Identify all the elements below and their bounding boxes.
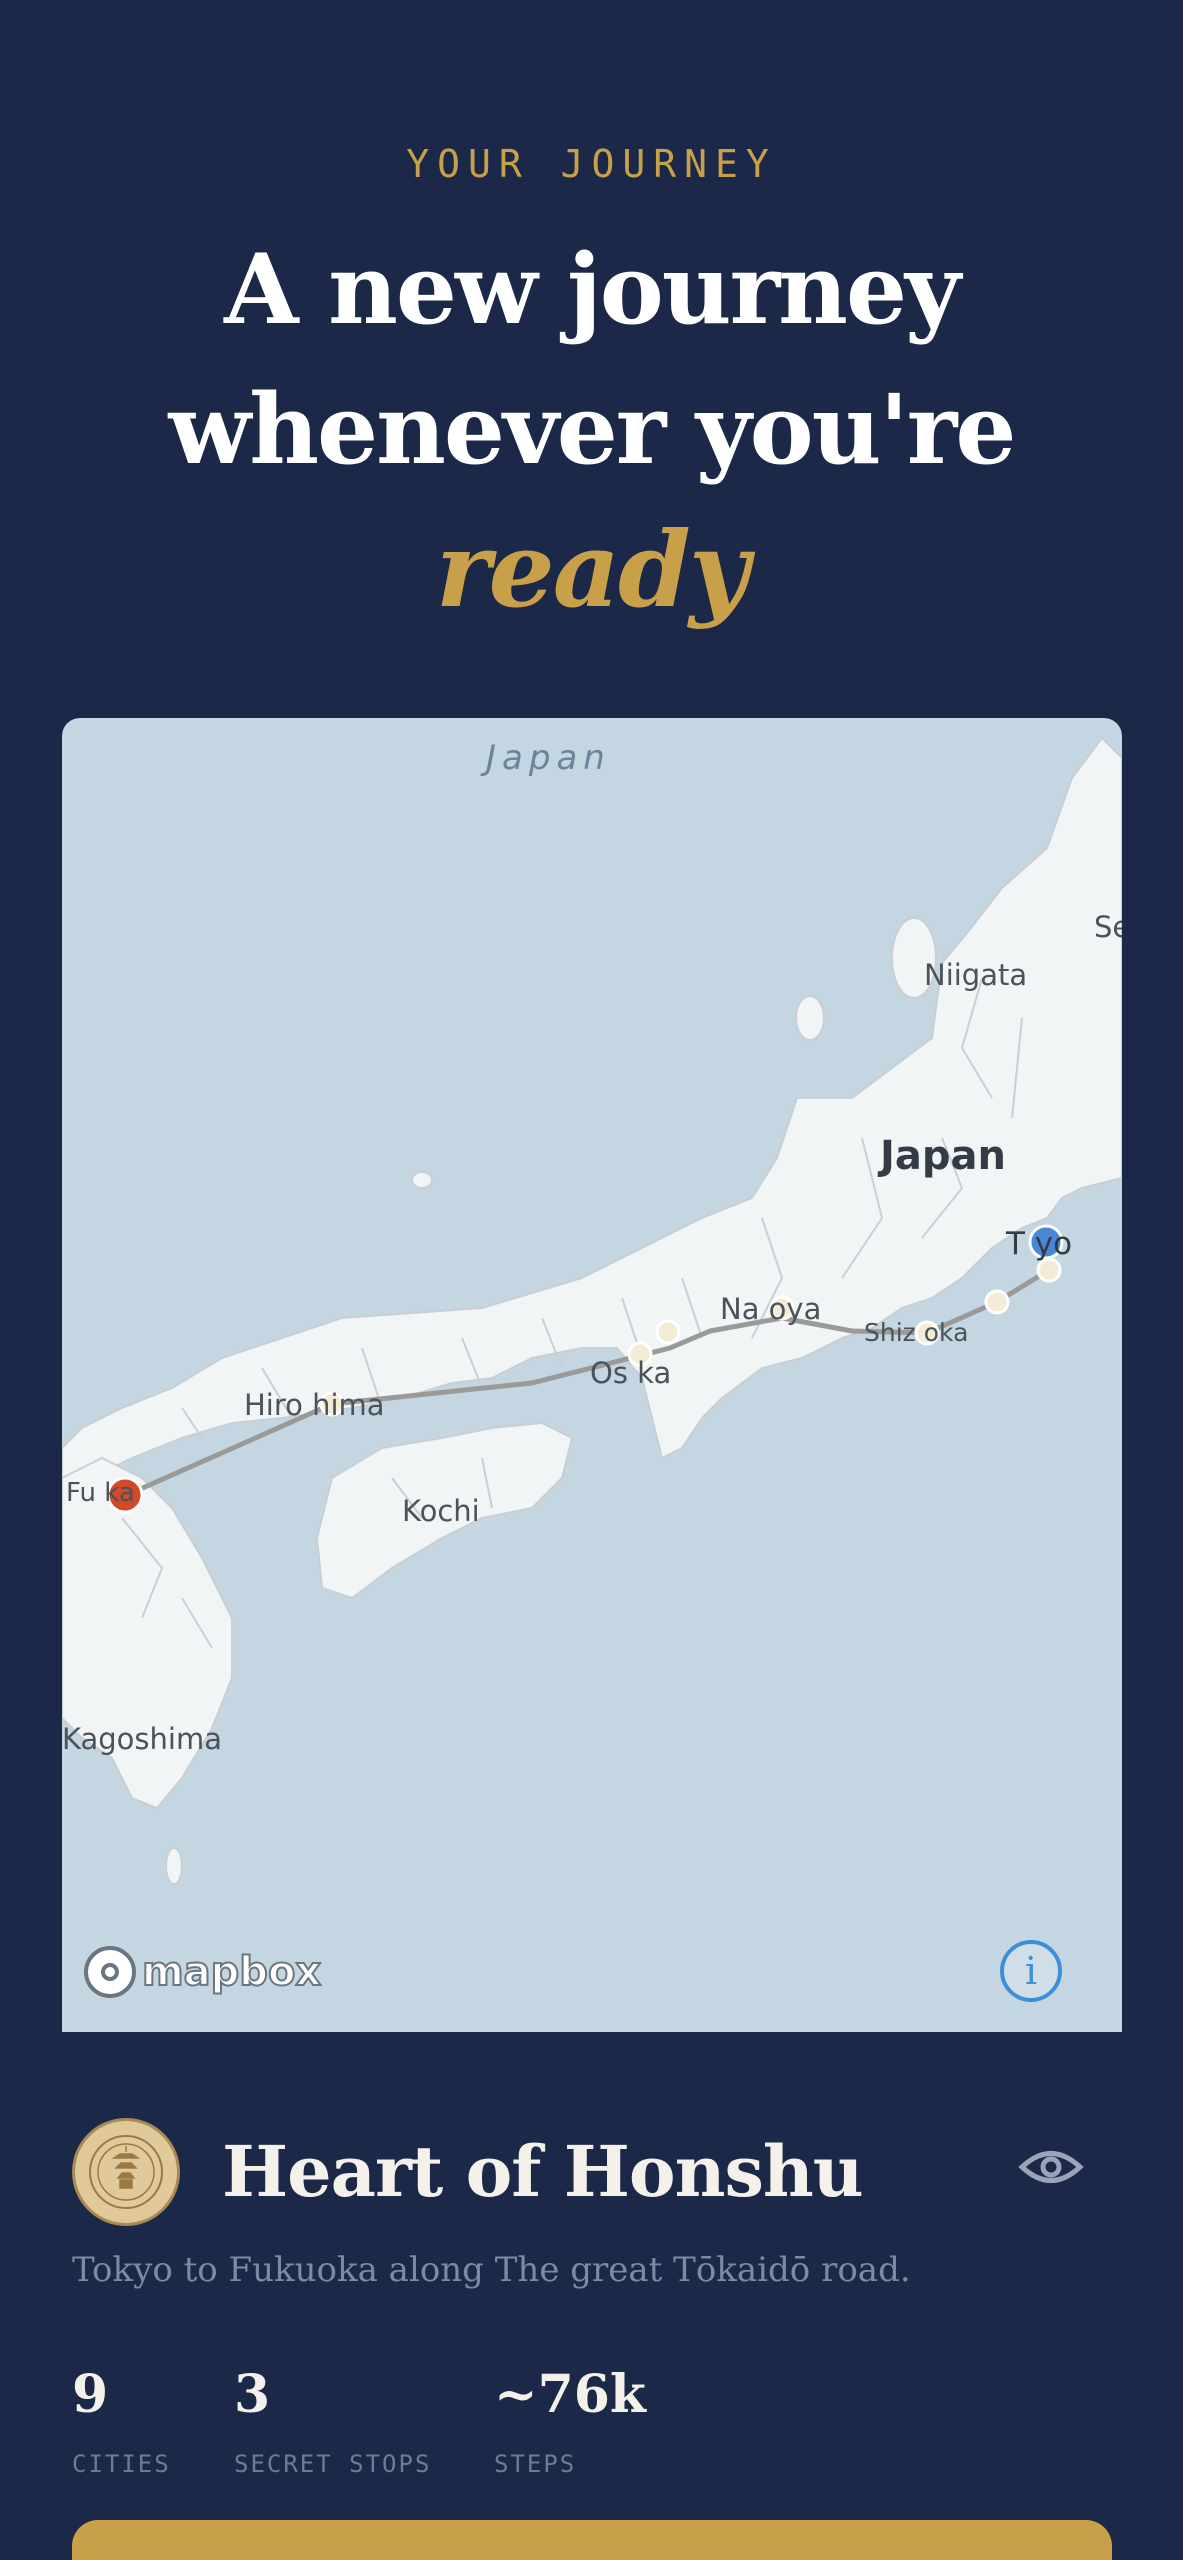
map-info-button[interactable]: i (1000, 1940, 1062, 2002)
stat-value: ~76k (494, 2364, 646, 2425)
stat-cities: 9 CITIES (72, 2362, 171, 2478)
stop-marker-1[interactable] (1036, 1257, 1062, 1283)
stat-steps: ~76k STEPS (494, 2362, 646, 2478)
mapbox-attribution[interactable]: mapbox (84, 1946, 322, 1998)
route-title: Heart of Honshu (222, 2130, 864, 2213)
map-label-hiroshima: Hiro hima (244, 1388, 385, 1422)
map-label-sea: Japan (486, 738, 611, 778)
headline-line-2: whenever you're (168, 373, 1017, 486)
map-label-se: Se (1094, 910, 1122, 944)
land-island-oki (411, 1171, 433, 1189)
stat-value: 3 (234, 2364, 271, 2425)
land-island-tanega (165, 1847, 183, 1885)
mapbox-logo-icon (84, 1946, 136, 1998)
headline-line-1: A new journey (224, 233, 961, 346)
map-label-kagoshima: Kagoshima (62, 1722, 222, 1756)
map-label-nagoya: Na oya (720, 1292, 822, 1326)
mapbox-attribution-text: mapbox (141, 1948, 322, 1996)
stop-marker-2[interactable] (984, 1289, 1010, 1315)
stat-label: SECRET STOPS (234, 2450, 432, 2478)
land-honshu (62, 736, 1122, 1510)
land-island-north (795, 995, 825, 1041)
map-label-shizuoka: Shiz oka (864, 1318, 969, 1347)
map-label-osaka: Os ka (590, 1356, 672, 1390)
pagoda-seal-icon (72, 2118, 180, 2226)
map-label-kochi: Kochi (402, 1494, 480, 1528)
journey-screen: YOUR JOURNEY A new journey whenever you'… (0, 0, 1183, 2560)
stat-label: STEPS (494, 2450, 577, 2478)
stat-value: 9 (72, 2364, 109, 2425)
info-icon: i (1024, 1949, 1038, 1993)
headline: A new journey whenever you're ready (0, 220, 1183, 640)
map-label-fukuoka: Fu ka (66, 1478, 135, 1508)
eyebrow-label: YOUR JOURNEY (406, 142, 777, 186)
headline-accent: ready (435, 508, 750, 631)
map-label-niigata: Niigata (924, 958, 1028, 992)
eye-icon[interactable] (1018, 2146, 1084, 2188)
stop-marker-5[interactable] (655, 1319, 681, 1345)
stat-secret-stops: 3 SECRET STOPS (234, 2362, 431, 2478)
route-description: Tokyo to Fukuoka along The great Tōkaidō… (72, 2250, 911, 2290)
map-label-tokyo: T yo (1006, 1226, 1073, 1262)
map-label-country: Japan (880, 1133, 1006, 1179)
route-map[interactable]: Japan Japan Se Niigata T yo Na oya Shiz … (62, 718, 1122, 2032)
stat-label: CITIES (72, 2450, 171, 2478)
primary-action-button[interactable] (72, 2520, 1112, 2560)
